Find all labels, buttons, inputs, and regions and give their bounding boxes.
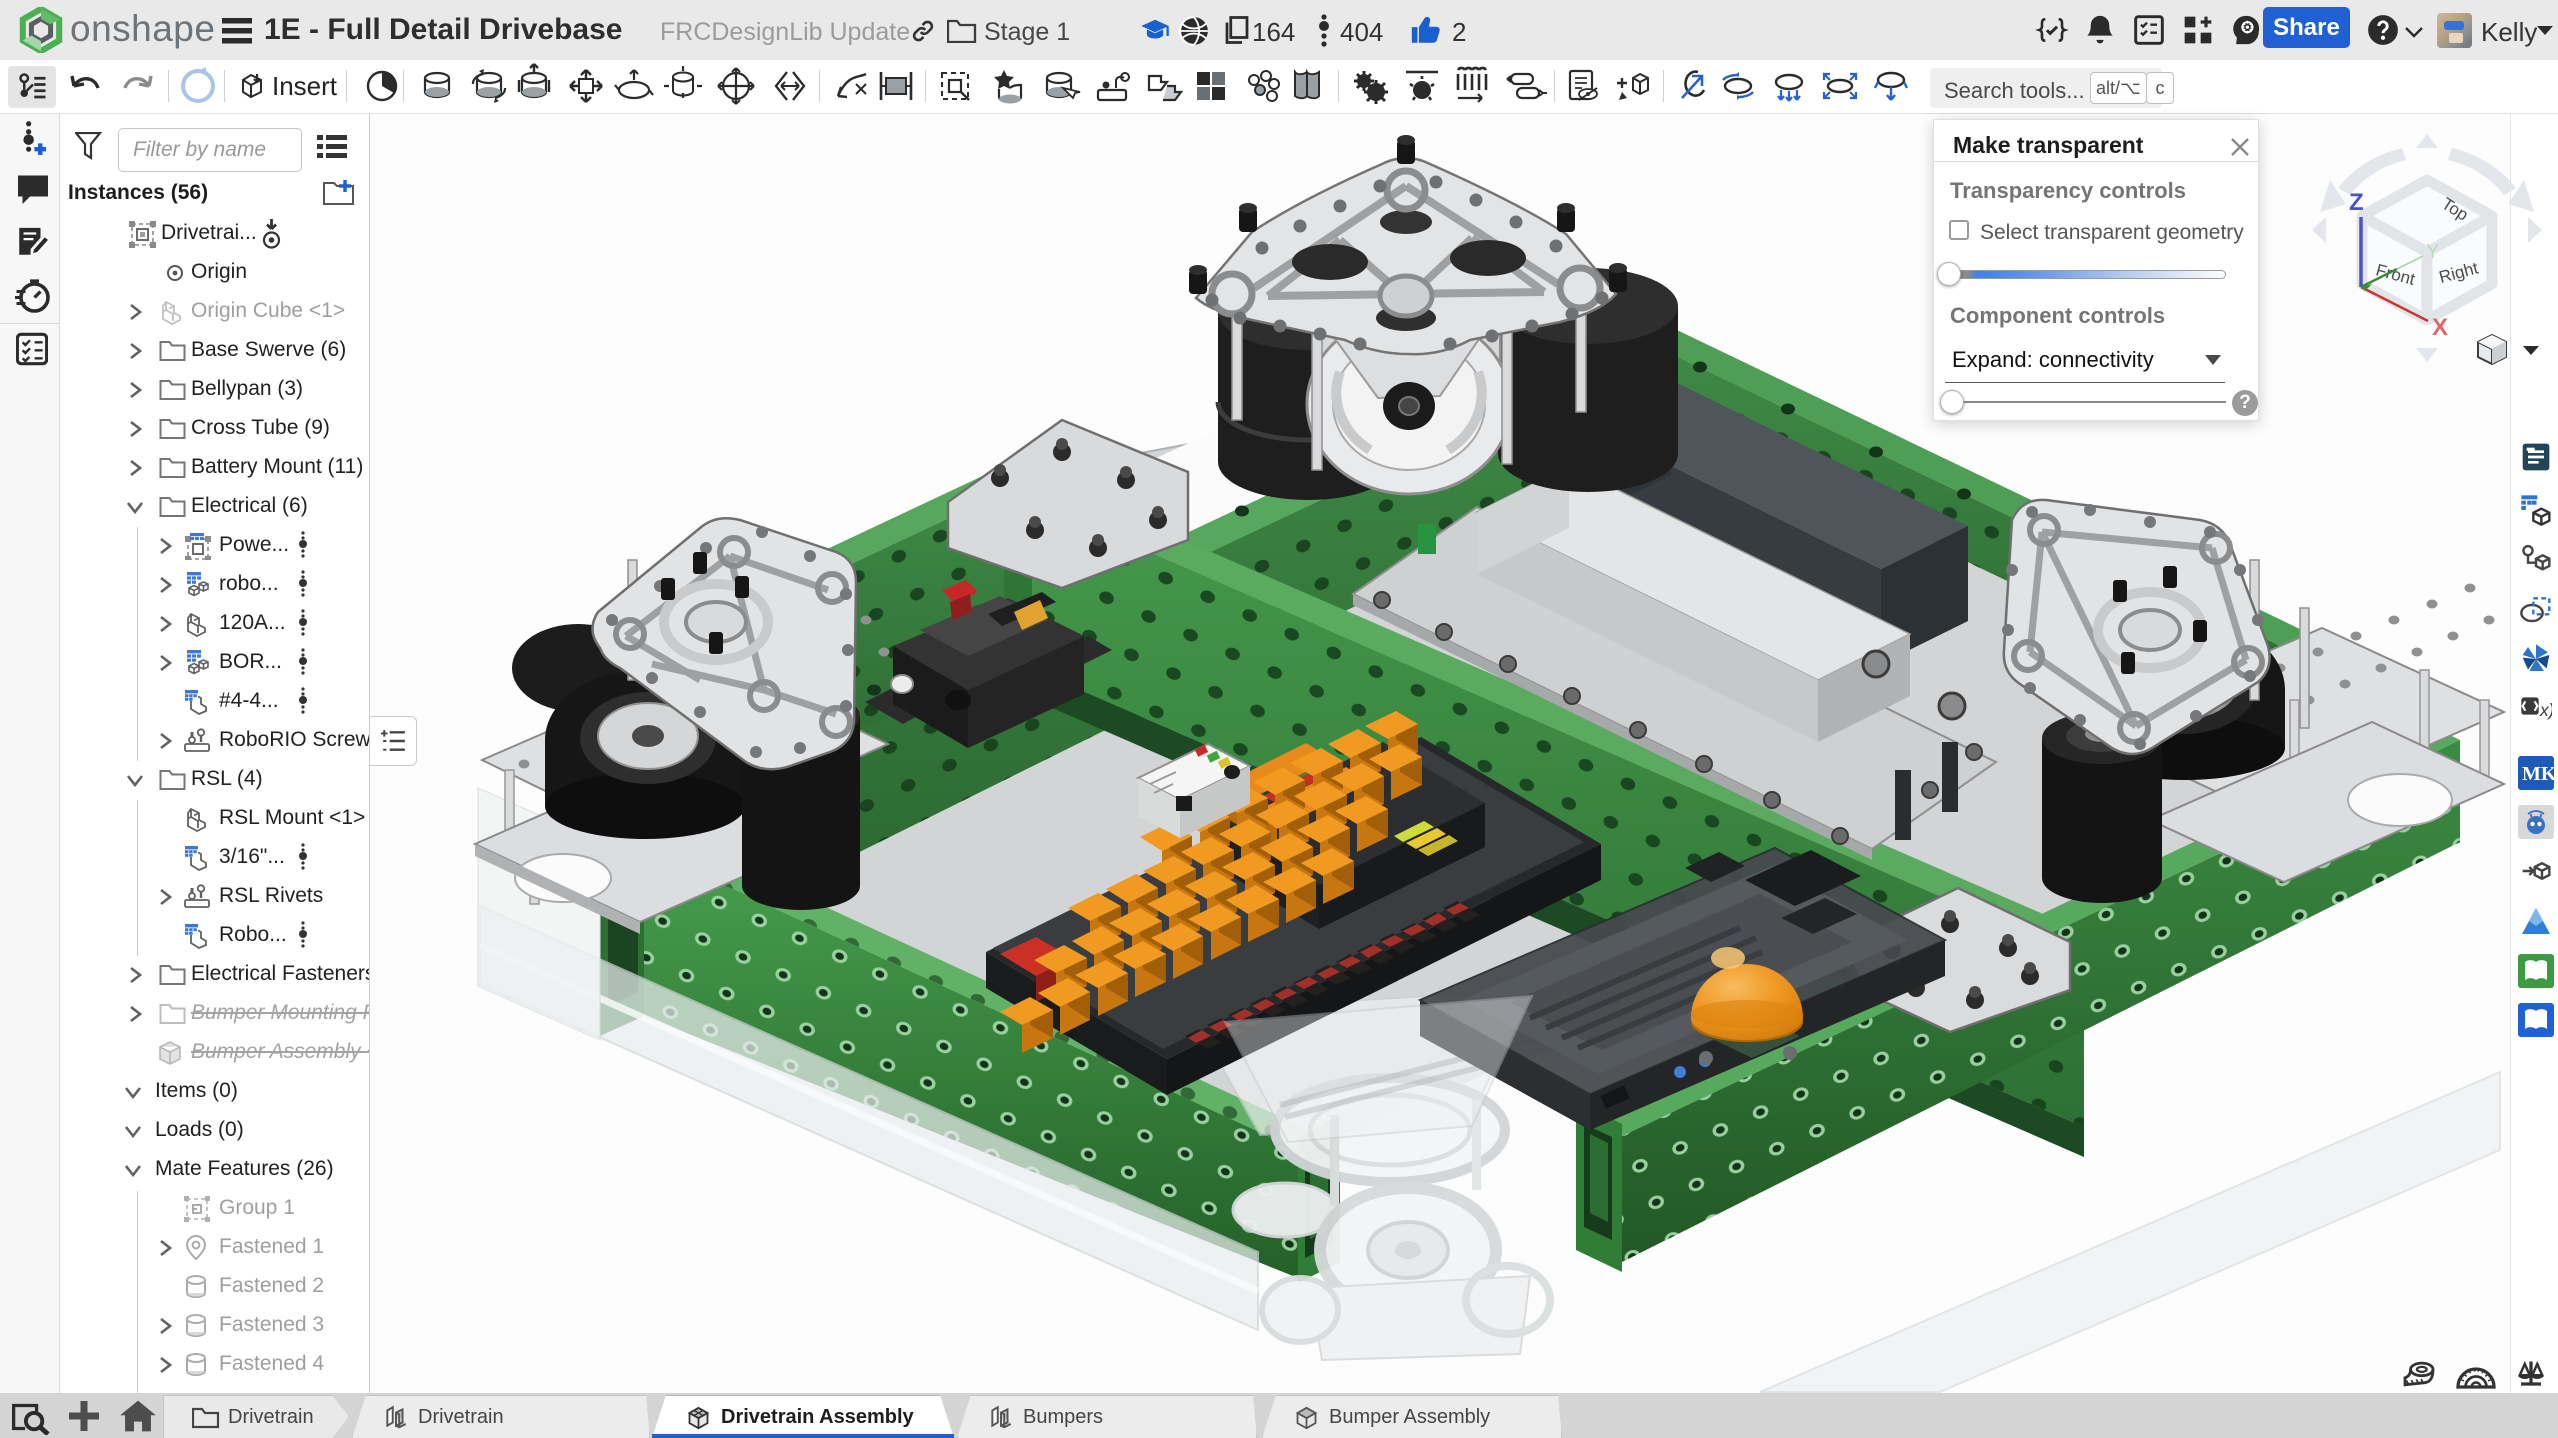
svg-text:Z: Z bbox=[2349, 189, 2364, 216]
svg-text:MK: MK bbox=[2522, 763, 2554, 785]
svg-text:X: X bbox=[2432, 314, 2448, 341]
svg-text:Insert: Insert bbox=[272, 71, 338, 101]
svg-text:Y: Y bbox=[2426, 241, 2439, 263]
svg-text:x): x) bbox=[2539, 700, 2552, 720]
